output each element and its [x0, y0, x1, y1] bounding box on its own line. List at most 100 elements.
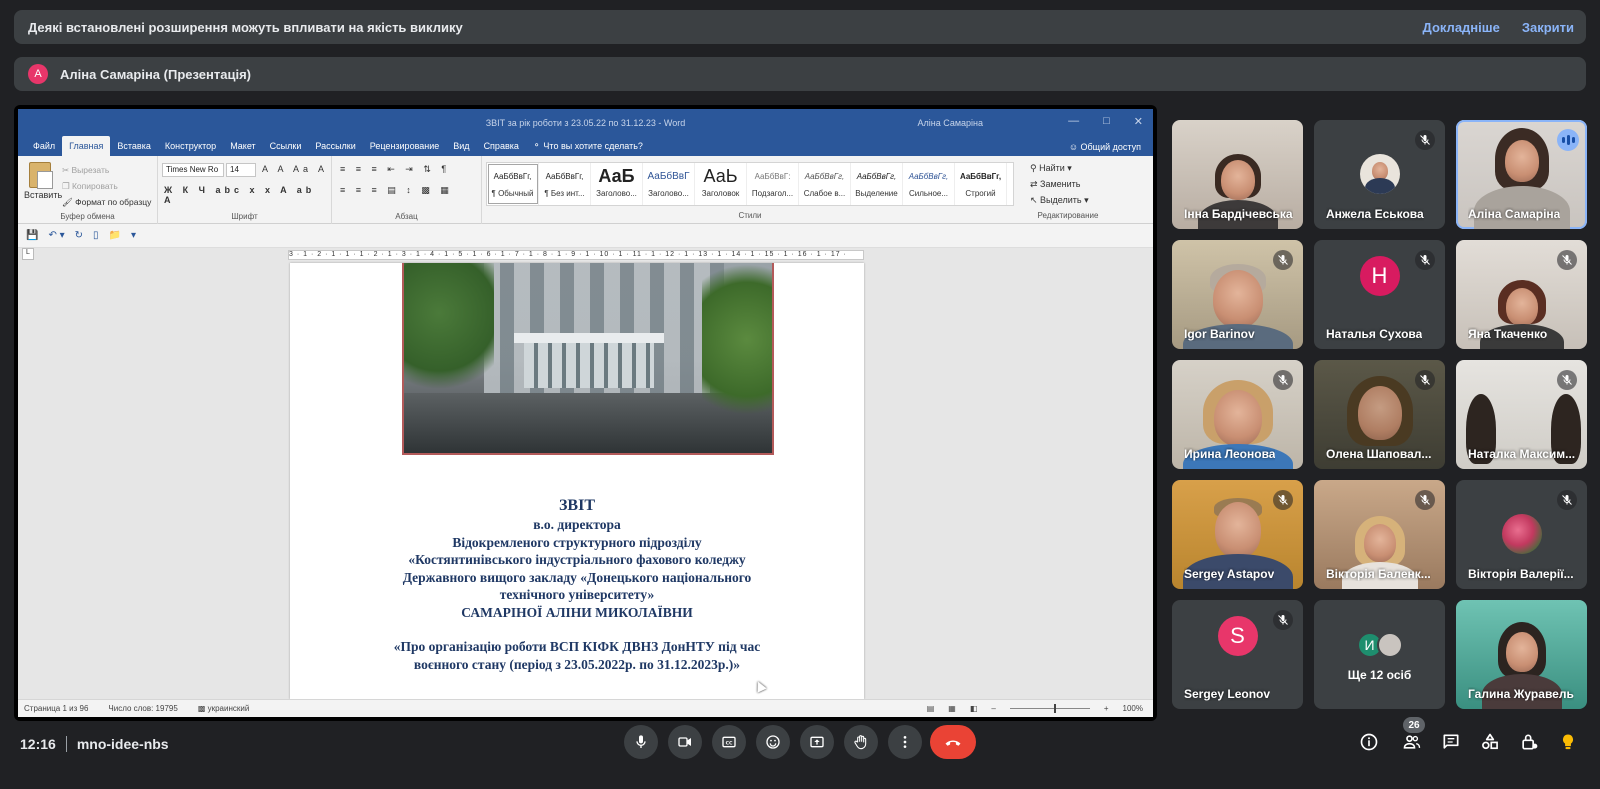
avatar-body: [1364, 178, 1395, 194]
people-button[interactable]: [1397, 727, 1427, 757]
editing-group-label: Редактирование: [1037, 211, 1099, 220]
ribbon-tabs: Файл Главная Вставка Конструктор Макет С…: [18, 136, 1153, 156]
report-author: САМАРІНОЇ АЛІНИ МИКОЛАЇВНИ: [461, 604, 693, 620]
close-banner-link[interactable]: Закрити: [1522, 20, 1574, 35]
report-line: воєнного стану (період з 23.05.2022р. по…: [413, 656, 741, 672]
replace-button: ⇄ Заменить: [1030, 179, 1081, 189]
style-no-spacing: АаБбВвГг, ¶ Без инт...: [539, 163, 591, 205]
ribbon: Вставить ✂ Вырезать ❐ Копировать 🖌 Форма…: [18, 156, 1153, 224]
tab-layout: Макет: [230, 141, 256, 151]
font-size-box: 14: [226, 163, 256, 177]
more-options-button[interactable]: [888, 725, 922, 759]
style-strong: АаБбВвГг, Строгий: [955, 163, 1007, 205]
more-vert-icon: [903, 736, 907, 748]
participant-tile[interactable]: Ирина Леонова: [1172, 360, 1303, 469]
meeting-details-button[interactable]: [1354, 727, 1384, 757]
style-intense-emphasis: АаБбВвГг, Сильное...: [903, 163, 955, 205]
participant-avatar: [1359, 154, 1400, 194]
tab-insert: Вставка: [117, 141, 151, 151]
participant-tile[interactable]: Н Наталья Сухова: [1314, 240, 1445, 349]
presentation-banner: A Аліна Самаріна (Презентація): [14, 57, 1586, 91]
report-line: технічного університету»: [499, 587, 655, 602]
copy-label: Копировать: [71, 181, 118, 191]
leave-call-button[interactable]: [930, 725, 976, 759]
host-controls-button[interactable]: [1514, 727, 1544, 757]
participant-tile[interactable]: Олена Шаповал...: [1314, 360, 1445, 469]
style-preview: АаБбВвГ:: [754, 171, 791, 181]
tell-me-box: ⚬ Что вы хотите сделать?: [526, 140, 650, 156]
more-participants-label: Ще 12 осіб: [1347, 668, 1412, 682]
report-title: ЗВІТ: [558, 497, 595, 514]
shared-screen[interactable]: ЗВІТ за рік роботи з 23.05.22 по 31.12.2…: [14, 105, 1157, 721]
word-count: Число слов: 19795: [108, 704, 178, 713]
find-button: ⚲ Найти ▾: [1030, 163, 1072, 173]
select-label: Выделить: [1040, 195, 1082, 205]
participant-name: Наталья Сухова: [1326, 327, 1423, 341]
more-participants-tile[interactable]: И Ще 12 осіб: [1314, 600, 1445, 709]
redo-icon: ↻: [74, 230, 84, 241]
styles-gallery: АаБбВвГг, ¶ Обычный АаБбВвГг, ¶ Без инт...…: [486, 162, 1014, 206]
report-line: Відокремленого структурного підрозділу: [452, 534, 702, 550]
zoom-level: 100%: [1122, 704, 1143, 713]
report-spacer: [290, 621, 864, 638]
style-preview: АаБбВвГг,: [959, 171, 1002, 181]
font-group: Times New Ro 14 A A Aa A Ж К Ч abc x x A…: [158, 156, 332, 224]
tab-mailings: Рассылки: [315, 141, 356, 151]
present-button[interactable]: [800, 725, 834, 759]
participant-tile[interactable]: Sergey Astapov: [1172, 480, 1303, 589]
style-preview: АаБбВвГг,: [804, 171, 845, 181]
style-title: АаЬ Заголовок: [695, 163, 747, 205]
activities-button[interactable]: [1475, 727, 1505, 757]
mic-off-icon: [1415, 250, 1435, 270]
participant-name: Sergey Leonov: [1184, 687, 1271, 701]
style-name: Строгий: [965, 189, 996, 198]
emoji-icon: [766, 735, 780, 749]
participant-tile[interactable]: Вікторія Валерії...: [1456, 480, 1587, 589]
page-icon: ▯: [93, 230, 99, 241]
print-layout-icon: ▦: [948, 704, 956, 713]
participant-name: Вікторія Валерії...: [1468, 567, 1574, 581]
style-heading-1: АаБ Заголово...: [591, 163, 643, 205]
report-title-block: ЗВІТ в.о. директора Відокремленого струк…: [290, 496, 864, 673]
style-normal: АаБбВвГг, ¶ Обычный: [487, 163, 539, 205]
companion-button[interactable]: [1553, 727, 1583, 757]
meeting-code: mno-idee-nbs: [76, 736, 169, 752]
participant-tile[interactable]: Аліна Самаріна: [1456, 120, 1587, 229]
divider: [65, 736, 67, 752]
participant-avatar: S: [1217, 616, 1258, 656]
microphone-button[interactable]: [624, 725, 658, 759]
style-subtitle: АаБбВвГ: Подзагол...: [747, 163, 799, 205]
participant-tile[interactable]: Наталка Максим...: [1456, 360, 1587, 469]
participant-tile[interactable]: Галина Журавель: [1456, 600, 1587, 709]
participant-tile[interactable]: Анжела Еськова: [1314, 120, 1445, 229]
mic-off-icon: [1273, 370, 1293, 390]
participant-name: Аліна Самаріна: [1468, 207, 1561, 221]
participant-tile[interactable]: Інна Бардічевська: [1172, 120, 1303, 229]
copy-button: ❐ Копировать: [62, 181, 118, 191]
maximize-icon: □: [1103, 115, 1110, 127]
captions-button[interactable]: CC: [712, 725, 746, 759]
participant-tile[interactable]: Igor Barinov: [1172, 240, 1303, 349]
others-avatars: И: [1356, 632, 1403, 658]
ruler-corner: L: [22, 248, 34, 260]
participant-name: Наталка Максим...: [1468, 447, 1576, 461]
tab-references: Ссылки: [269, 141, 302, 151]
learn-more-link[interactable]: Докладніше: [1423, 20, 1500, 35]
reactions-button[interactable]: [756, 725, 790, 759]
participant-face: [1505, 632, 1538, 672]
participant-tile[interactable]: S Sergey Leonov: [1172, 600, 1303, 709]
chat-button[interactable]: [1436, 727, 1466, 757]
quick-access-toolbar: 💾 ↶ ▾ ↻ ▯ 📁 ▾: [18, 224, 1153, 248]
camera-button[interactable]: [668, 725, 702, 759]
style-name: Заголовок: [701, 189, 740, 198]
font-size-buttons: A A Aa A: [262, 164, 329, 174]
participant-tile[interactable]: Вікторія Баленк...: [1314, 480, 1445, 589]
current-time: 12:16: [20, 736, 56, 752]
word-status-bar: Страница 1 из 96 Число слов: 19795 ▩ укр…: [18, 699, 1153, 717]
mic-off-icon: [1415, 370, 1435, 390]
participant-tile[interactable]: Яна Ткаченко: [1456, 240, 1587, 349]
window-controls: — □ ✕: [1068, 115, 1143, 128]
word-user-name: Аліна Самаріна: [917, 118, 983, 128]
raise-hand-button[interactable]: [844, 725, 878, 759]
photo-tree-left: [404, 263, 494, 403]
